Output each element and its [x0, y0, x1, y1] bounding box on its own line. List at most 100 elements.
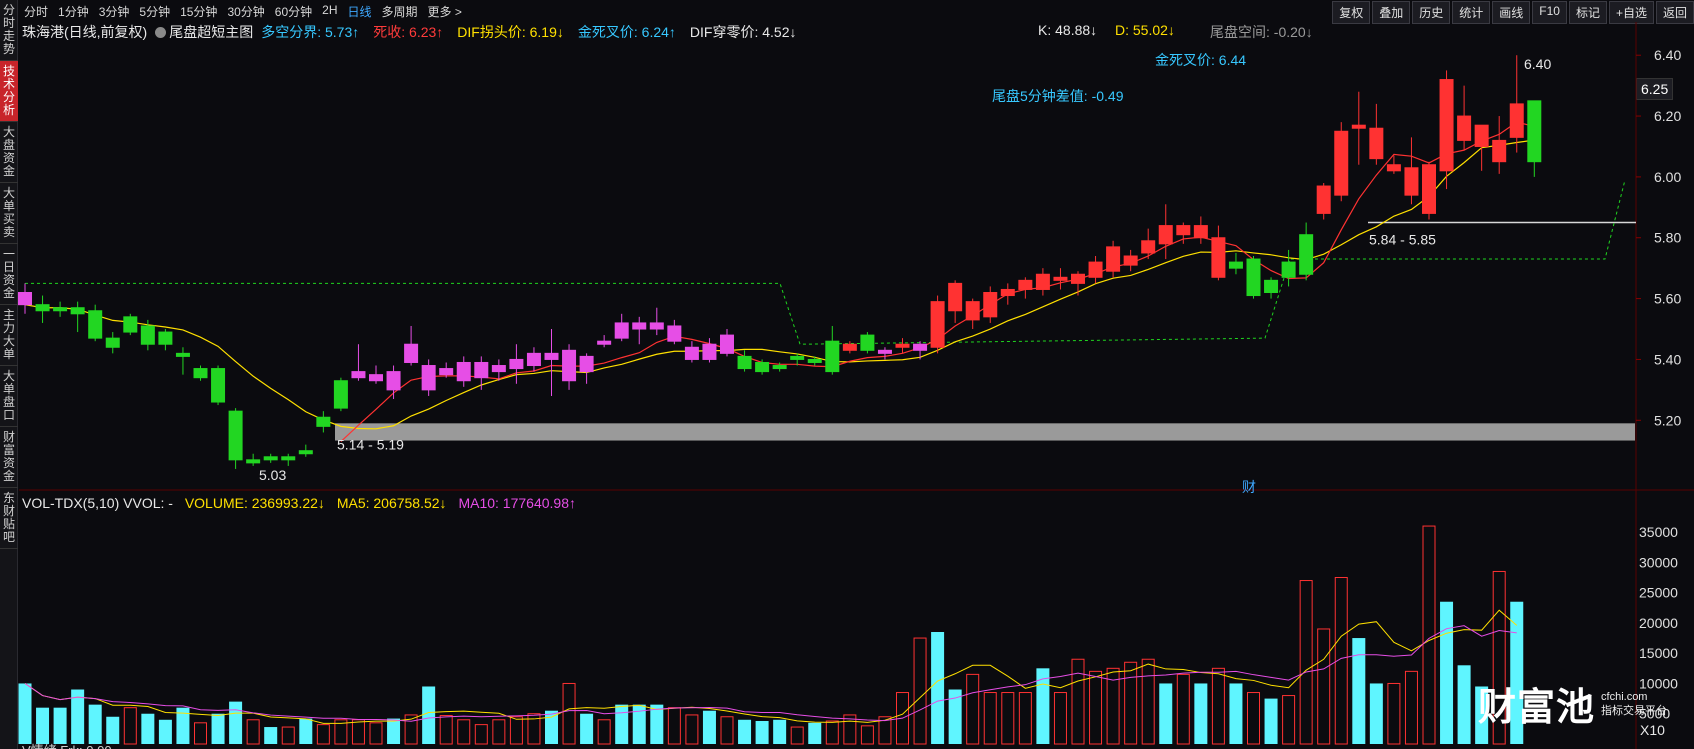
volume-bar — [1159, 683, 1173, 744]
candle-body — [1316, 185, 1331, 214]
volume-bar — [492, 719, 506, 745]
volume-bar — [966, 673, 980, 745]
candle-body — [1334, 130, 1349, 196]
candle-body — [1492, 139, 1507, 163]
candle-body — [1176, 225, 1191, 236]
candle-body — [1158, 225, 1173, 245]
candle-body — [737, 355, 752, 370]
logo-sub: 指标交易平台 — [1601, 704, 1668, 717]
volume-bar — [18, 683, 32, 744]
candle-body — [913, 343, 928, 351]
candle-body — [88, 310, 103, 339]
volume-bar — [1264, 698, 1278, 744]
candle-body — [1457, 115, 1472, 141]
volume-bar — [351, 719, 365, 745]
bull-bear-boundary — [25, 179, 1626, 345]
candle-body — [544, 352, 559, 360]
candle-body — [1386, 164, 1401, 172]
price-axis-label: 5.60 — [1654, 291, 1681, 307]
volume-bar — [1229, 683, 1243, 744]
candle-body — [790, 355, 805, 360]
volume-bar — [650, 704, 664, 744]
volume-bar — [1299, 580, 1313, 745]
candle-body — [1264, 279, 1279, 294]
volume-bar — [931, 632, 945, 744]
price-axis-label: 6.20 — [1654, 108, 1681, 124]
watermark-logo: 财富池 cfchi.com 指标交易平台 — [1478, 676, 1667, 731]
candle-body — [1071, 273, 1085, 284]
candle-body — [1351, 124, 1366, 129]
volume-bar — [790, 726, 804, 745]
volume-bar — [387, 718, 401, 744]
logo-main: 财富池 — [1478, 687, 1596, 729]
volume-axis-label: 20000 — [1639, 615, 1678, 631]
candle-body — [842, 343, 857, 351]
candle-body — [1211, 237, 1226, 278]
candle-body — [807, 358, 822, 363]
volume-bar — [1282, 695, 1296, 745]
volume-bar — [580, 713, 594, 744]
candle-body — [983, 292, 998, 318]
candle-body — [526, 352, 541, 367]
volume-axis-label: 25000 — [1639, 585, 1678, 601]
volume-bar — [158, 719, 172, 744]
volume-bar — [457, 719, 471, 745]
volume-bar — [825, 720, 839, 745]
band-low-label: 5.14 - 5.19 — [337, 436, 404, 452]
candle-body — [298, 450, 313, 455]
candle-body — [1123, 255, 1138, 266]
volume-bar — [211, 713, 225, 744]
candle-body — [877, 349, 892, 354]
volume-legend: VOL-TDX(5,10) VVOL: - VOLUME: 236993.22↓… — [22, 495, 584, 511]
volume-bar — [983, 692, 997, 745]
logo-text: cfchi.com 指标交易平台 — [1601, 690, 1667, 718]
candle-body — [1527, 100, 1542, 163]
candle-body — [632, 322, 647, 330]
ma10-line — [24, 139, 1535, 430]
bottom-indicator-legend: V情绪 Frk: 0.00 — [22, 740, 112, 749]
candle-body — [158, 331, 173, 345]
volume-indicator-name: VOL-TDX(5,10) VVOL: - — [22, 495, 173, 511]
candle-body — [439, 368, 454, 376]
candle-body — [1035, 273, 1050, 290]
volume-bar — [1404, 670, 1418, 745]
volume-bar — [1352, 638, 1366, 744]
chart-canvas[interactable]: 6.40 6.20 6.00 5.80 5.60 5.40 5.20 6.40 5.03 5.14… — [0, 0, 1694, 749]
candle-body — [895, 343, 910, 348]
candle-body — [211, 368, 226, 403]
volume-bar — [1071, 658, 1085, 745]
candle-body — [1000, 288, 1015, 297]
candle-body — [562, 349, 577, 382]
candle-body — [474, 361, 489, 379]
news-marker: 财 — [1242, 479, 1256, 495]
volume-bar — [246, 719, 260, 745]
low-label: 5.03 — [259, 467, 286, 483]
volume-bar — [808, 722, 822, 744]
volume-bar — [1194, 683, 1208, 744]
candle-body — [1509, 103, 1524, 138]
candle-body — [456, 361, 471, 382]
candle-body — [1439, 79, 1454, 172]
volume-bar — [36, 707, 50, 744]
candle-body — [351, 371, 366, 379]
volume-bar — [509, 716, 523, 745]
candle-body — [228, 410, 243, 461]
volume-bar — [597, 719, 611, 745]
volume-ma10-line — [24, 625, 1517, 722]
candle-body — [1422, 164, 1436, 214]
volume-bar — [281, 726, 295, 745]
volume-bar — [53, 707, 67, 744]
price-axis-label: 6.00 — [1654, 169, 1681, 185]
candle-body — [1474, 124, 1489, 147]
volume-bar — [860, 725, 874, 745]
candle-body — [825, 340, 840, 373]
volume-bar — [1422, 525, 1436, 745]
candle-body — [509, 358, 524, 370]
volume-bar — [88, 704, 102, 744]
volume-bar — [615, 704, 629, 744]
volume-bar — [755, 720, 769, 744]
volume-axis-label: 35000 — [1639, 524, 1678, 540]
candle-body — [649, 322, 664, 330]
candle-body — [491, 365, 506, 373]
volume-ma5-line — [24, 609, 1518, 724]
